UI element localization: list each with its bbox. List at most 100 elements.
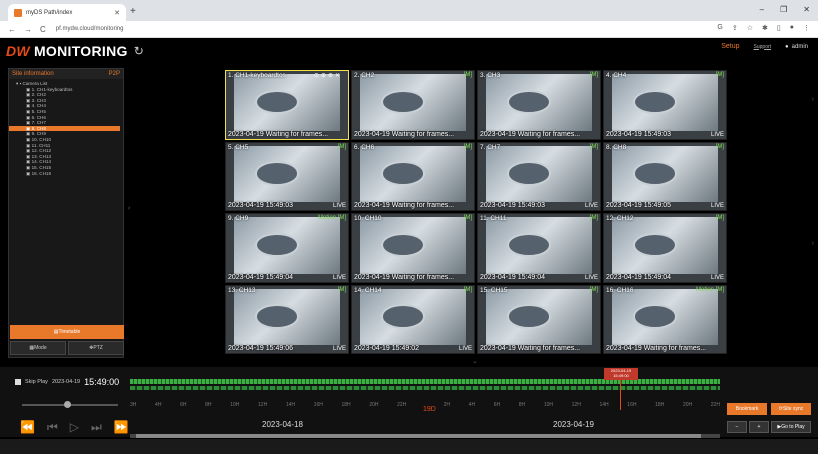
back-icon[interactable]: ← bbox=[8, 25, 16, 34]
go-to-play-button[interactable]: ▶ Go to Play bbox=[771, 421, 811, 433]
camera-tile[interactable]: 14. CH14 [M] 2023-04-19 15:49:02 LIVE bbox=[351, 284, 475, 354]
fast-forward-icon[interactable]: ⏩ bbox=[114, 420, 129, 435]
skip-play-checkbox[interactable] bbox=[15, 379, 21, 385]
right-arrow-icon[interactable]: › bbox=[812, 240, 814, 247]
time-cursor[interactable] bbox=[620, 380, 621, 410]
motion-tag: [M] bbox=[337, 286, 346, 293]
share-icon[interactable]: ⇪ bbox=[732, 24, 738, 32]
camera-tile[interactable]: 16. CH16 Motion [M] 2023-04-19 Waiting for… bbox=[603, 284, 727, 354]
sidepanel-icon[interactable]: ▯ bbox=[777, 24, 781, 32]
step-back-icon[interactable]: ⏮ bbox=[47, 420, 58, 435]
event-track[interactable] bbox=[130, 386, 720, 390]
right-arrow-icon[interactable]: › bbox=[812, 96, 814, 103]
refresh-icon[interactable]: ↻ bbox=[134, 44, 144, 58]
new-tab-button[interactable]: + bbox=[130, 6, 136, 17]
camera-list-label: 7. CH7 bbox=[31, 120, 46, 126]
tick-label: 12H bbox=[571, 402, 581, 408]
bookmark-button[interactable]: Bookmark bbox=[727, 403, 767, 415]
camera-list-item[interactable]: ▣ 16. CH16 bbox=[12, 171, 120, 177]
collapse-sidebar-icon[interactable]: ‹ bbox=[128, 205, 130, 212]
google-icon[interactable]: G bbox=[717, 24, 722, 32]
p2p-label[interactable]: P2P bbox=[109, 71, 120, 77]
time-marker[interactable]: 2023-04-19 15:49:00 bbox=[604, 368, 638, 380]
privacy-mask bbox=[406, 317, 416, 325]
scrollbar-thumb[interactable] bbox=[136, 434, 701, 438]
url-field[interactable]: pf.mydw.cloud/monitoring bbox=[56, 26, 124, 32]
reload-icon[interactable]: C bbox=[40, 25, 46, 34]
close-window-icon[interactable]: ✕ bbox=[803, 5, 810, 14]
tick-label: 3H bbox=[130, 402, 137, 408]
profile-icon[interactable]: ● bbox=[790, 24, 794, 32]
camera-tile[interactable]: 9. CH9 Motion [M] 2023-04-19 15:49:04 LIVE bbox=[225, 213, 349, 283]
day-label-1: 2023-04-18 bbox=[262, 420, 303, 429]
favicon-icon bbox=[14, 8, 22, 17]
camera-feed bbox=[486, 145, 592, 202]
camera-tile[interactable]: 7. CH7 [M] 2023-04-19 15:49:03 LIVE bbox=[477, 141, 601, 211]
camera-feed bbox=[486, 217, 592, 274]
header-right: Setup Support ● admin bbox=[721, 43, 808, 50]
camera-feed bbox=[612, 288, 718, 345]
bookmark-star-icon[interactable]: ☆ bbox=[747, 24, 753, 32]
motion-tag: [M] bbox=[589, 215, 598, 221]
expand-timeline-icon[interactable]: ⌄ bbox=[472, 357, 478, 365]
browser-tab[interactable]: myDS Path/index ✕ bbox=[8, 4, 126, 21]
privacy-mask bbox=[532, 317, 542, 325]
camera-tile[interactable]: 2. CH2 [M] 2023-04-19 Waiting for frames..… bbox=[351, 70, 475, 140]
setup-link[interactable]: Setup bbox=[721, 43, 739, 50]
camera-tile[interactable]: 5. CH5 [M] 2023-04-19 15:49:03 LIVE bbox=[225, 141, 349, 211]
privacy-mask bbox=[532, 174, 542, 182]
camera-tile[interactable]: 3. CH3 [M] 2023-04-19 Waiting for frames..… bbox=[477, 70, 601, 140]
minimize-icon[interactable]: – bbox=[760, 5, 764, 14]
tick-label: 12H bbox=[258, 402, 268, 408]
camera-feed bbox=[234, 74, 340, 131]
timestamp: 2023-04-19 Waiting for frames... bbox=[354, 273, 455, 281]
site-sync-button[interactable]: ⟳ Site sync bbox=[771, 403, 811, 415]
timetable-button[interactable]: ▤ Timetable bbox=[10, 325, 124, 339]
timestamp: 2023-04-19 15:49:03 bbox=[480, 202, 545, 209]
camera-feed bbox=[612, 217, 718, 274]
motion-tag: [M] bbox=[463, 72, 472, 78]
timeline-scrollbar[interactable] bbox=[130, 434, 720, 438]
mode-button[interactable]: ▦ Mode bbox=[10, 341, 66, 355]
maximize-icon[interactable]: ❐ bbox=[780, 5, 787, 14]
camera-tile[interactable]: 11. CH11 [M] 2023-04-19 15:49:04 LIVE bbox=[477, 213, 601, 283]
speed-slider[interactable] bbox=[22, 401, 118, 408]
camera-tile[interactable]: 6. CH6 [M] 2023-04-19 Waiting for frames..… bbox=[351, 141, 475, 211]
bottom-bar bbox=[0, 439, 818, 454]
privacy-mask bbox=[406, 246, 416, 254]
channel-label: 5. CH5 bbox=[228, 143, 249, 151]
camera-list-label: 14. CH14 bbox=[31, 159, 52, 165]
play-icon[interactable]: ▷ bbox=[70, 420, 79, 435]
zoom-out-button[interactable]: − bbox=[727, 421, 747, 433]
support-link[interactable]: Support bbox=[754, 44, 772, 50]
camera-tile[interactable]: 8. CH8 [M] 2023-04-19 15:49:05 LIVE bbox=[603, 141, 727, 211]
extensions-icon[interactable]: ✱ bbox=[762, 24, 768, 32]
live-badge: LIVE bbox=[710, 274, 724, 281]
slider-knob[interactable] bbox=[64, 401, 71, 408]
camera-tile[interactable]: 1. CH1-keyboardtos ⊙⊕⊗✕ 2023-04-19 Waiting… bbox=[225, 70, 349, 140]
window-controls: – ❐ ✕ bbox=[760, 5, 810, 14]
privacy-mask bbox=[658, 174, 668, 182]
camera-list-label: 1. CH1-keyboardtos bbox=[31, 86, 73, 92]
live-badge: LIVE bbox=[710, 131, 724, 138]
camera-tile[interactable]: 4. CH4 [M] 2023-04-19 15:49:03 LIVE bbox=[603, 70, 727, 140]
camera-tile[interactable]: 12. CH12 [M] 2023-04-19 15:49:04 LIVE bbox=[603, 213, 727, 283]
menu-icon[interactable]: ⋮ bbox=[803, 24, 810, 32]
tile-tools[interactable]: ⊙⊕⊗✕ bbox=[314, 72, 342, 79]
close-tab-icon[interactable]: ✕ bbox=[114, 9, 120, 17]
tick-label: 10H bbox=[543, 402, 553, 408]
camera-tile[interactable]: 15. CH15 [M] 2023-04-19 Waiting for frames… bbox=[477, 284, 601, 354]
forward-icon[interactable]: → bbox=[24, 25, 32, 34]
user-menu[interactable]: ● admin bbox=[785, 44, 808, 50]
tick-label: 18H bbox=[341, 402, 351, 408]
camera-tile[interactable]: 10. CH10 [M] 2023-04-19 Waiting for frames… bbox=[351, 213, 475, 283]
tick-label: 14H bbox=[285, 402, 296, 408]
zoom-in-button[interactable]: + bbox=[749, 421, 769, 433]
channel-label: 8. CH8 bbox=[606, 143, 627, 151]
ptz-button[interactable]: ✥ PTZ bbox=[68, 341, 124, 355]
camera-list-label: 6. CH6 bbox=[31, 114, 46, 120]
camera-tile[interactable]: 13. CH13 [M] 2023-04-19 15:49:06 LIVE bbox=[225, 284, 349, 354]
user-icon: ● bbox=[785, 43, 789, 50]
step-forward-icon[interactable]: ⏭ bbox=[91, 420, 102, 435]
rewind-icon[interactable]: ⏪ bbox=[20, 420, 35, 435]
